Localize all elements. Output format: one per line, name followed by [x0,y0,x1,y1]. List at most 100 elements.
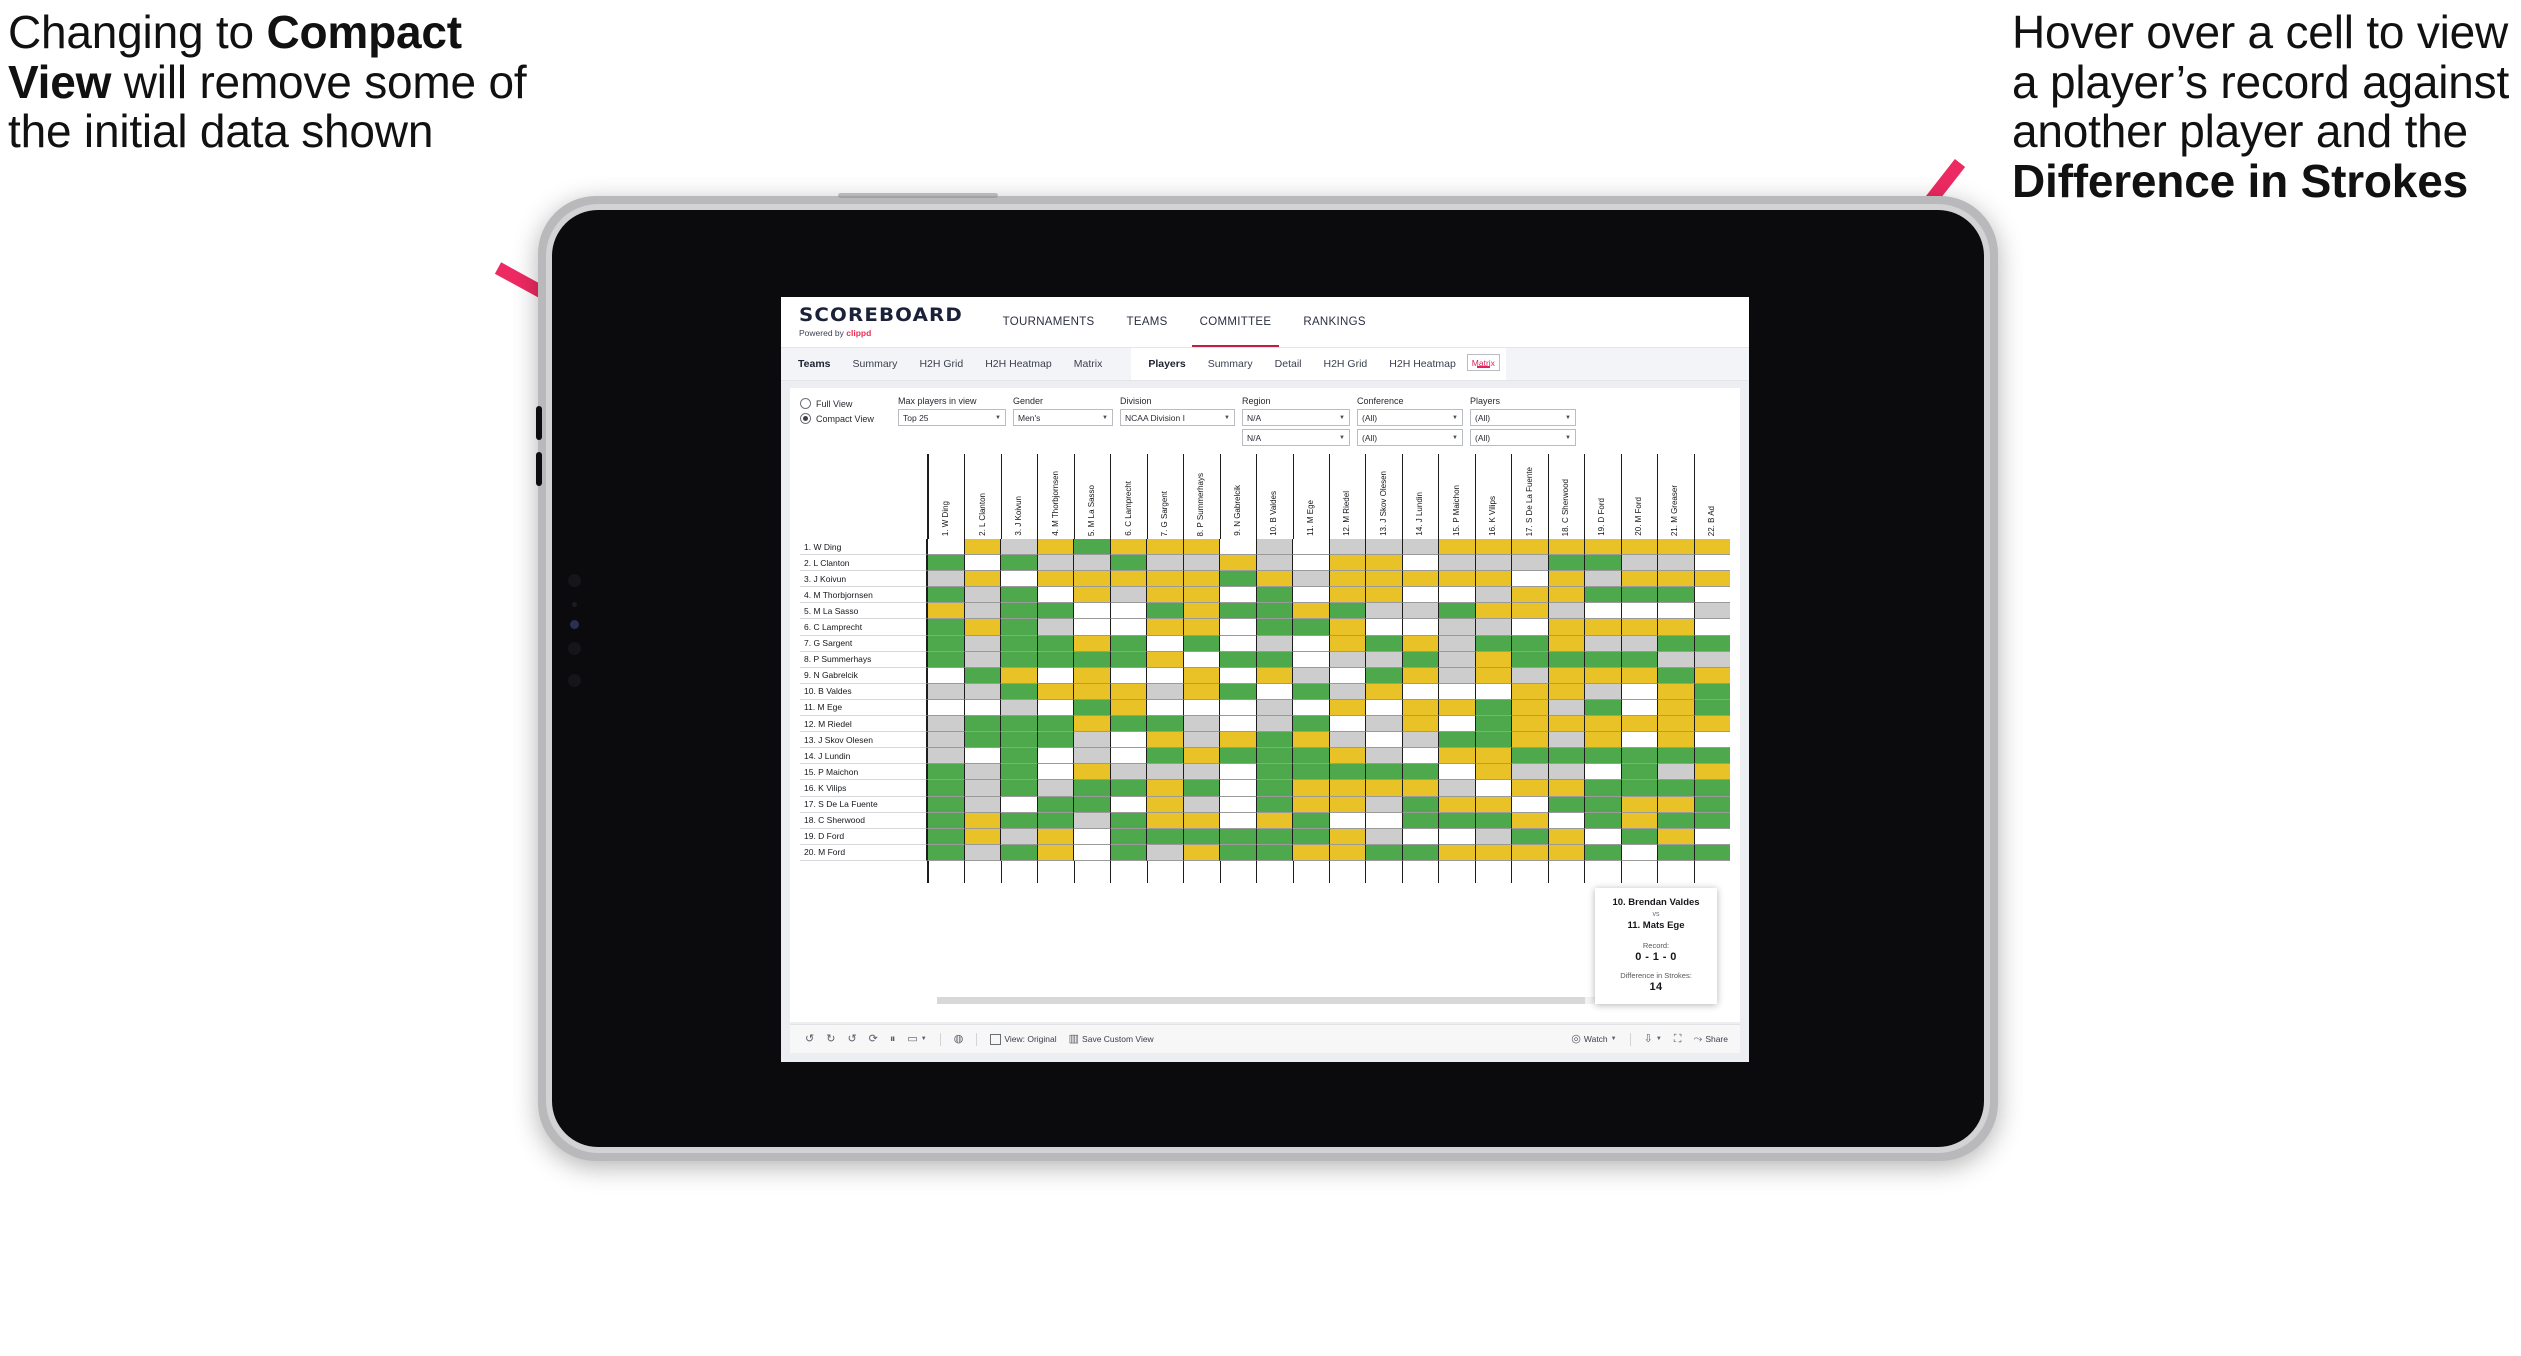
matrix-cell[interactable] [927,764,964,781]
matrix-cell[interactable] [1328,812,1365,829]
matrix-cell[interactable] [1219,603,1256,620]
matrix-cell[interactable] [1401,764,1438,781]
matrix-cell[interactable] [1219,587,1256,604]
matrix-cell[interactable] [927,587,964,604]
matrix-cell[interactable] [1511,571,1548,588]
matrix-cell[interactable] [1438,780,1475,797]
matrix-cell[interactable] [1000,796,1037,813]
matrix-cell[interactable] [1292,748,1329,765]
matrix-cell[interactable] [1693,603,1730,620]
matrix-cell[interactable] [1182,764,1219,781]
subtab-players-h2h-heatmap[interactable]: H2H Heatmap [1378,348,1467,380]
matrix-cell[interactable] [1584,683,1621,700]
matrix-cell[interactable] [1255,748,1292,765]
matrix-cell[interactable] [1693,555,1730,572]
matrix-cell[interactable] [1146,667,1183,684]
matrix-cell[interactable] [1365,812,1402,829]
matrix-cell[interactable] [1073,748,1110,765]
matrix-cell[interactable] [1146,732,1183,749]
matrix-cell[interactable] [1438,683,1475,700]
matrix-cell[interactable] [1401,635,1438,652]
matrix-cell[interactable] [1547,844,1584,861]
matrix-cell[interactable] [1365,539,1402,556]
matrix-cell[interactable] [1292,780,1329,797]
matrix-cell[interactable] [1511,539,1548,556]
matrix-cell[interactable] [1584,619,1621,636]
matrix-cell[interactable] [1438,699,1475,717]
matrix-cell[interactable] [1620,844,1657,861]
matrix-cell[interactable] [1438,764,1475,781]
matrix-cell[interactable] [1000,828,1037,845]
matrix-cell[interactable] [1657,651,1694,668]
matrix-cell[interactable] [1255,651,1292,668]
matrix-cell[interactable] [1109,635,1146,652]
matrix-cell[interactable] [1182,555,1219,572]
matrix-cell[interactable] [1182,539,1219,556]
matrix-cell[interactable] [1438,619,1475,636]
matrix-cell[interactable] [1511,764,1548,781]
matrix-cell[interactable] [1620,603,1657,620]
matrix-cell[interactable] [1511,651,1548,668]
matrix-cell[interactable] [1474,780,1511,797]
matrix-cell[interactable] [1073,812,1110,829]
matrix-cell[interactable] [1438,812,1475,829]
matrix-cell[interactable] [1073,619,1110,636]
matrix-cell[interactable] [1620,748,1657,765]
matrix-cell[interactable] [1438,844,1475,861]
matrix-cell[interactable] [1547,635,1584,652]
matrix-cell[interactable] [1109,812,1146,829]
matrix-cell[interactable] [927,780,964,797]
matrix-cell[interactable] [1219,812,1256,829]
matrix-cell[interactable] [1000,812,1037,829]
matrix-cell[interactable] [1474,748,1511,765]
matrix-cell[interactable] [1547,828,1584,845]
matrix-cell[interactable] [1657,555,1694,572]
matrix-cell[interactable] [1693,539,1730,556]
matrix-cell[interactable] [1036,555,1073,572]
matrix-cell[interactable] [1219,555,1256,572]
matrix-cell[interactable] [1036,571,1073,588]
matrix-cell[interactable] [1182,603,1219,620]
subtab-teams-h2h-heatmap[interactable]: H2H Heatmap [974,348,1063,380]
matrix-cell[interactable] [1109,748,1146,765]
subtab-players-summary[interactable]: Summary [1197,348,1264,380]
matrix-cell[interactable] [1547,812,1584,829]
matrix-cell[interactable] [1292,764,1329,781]
matrix-cell[interactable] [1474,571,1511,588]
matrix-cell[interactable] [1365,732,1402,749]
matrix-cell[interactable] [927,539,964,556]
matrix-cell[interactable] [1036,651,1073,668]
matrix-cell[interactable] [1620,699,1657,717]
matrix-cell[interactable] [1000,587,1037,604]
matrix-cell[interactable] [1328,667,1365,684]
matrix-cell[interactable] [1657,732,1694,749]
matrix-cell[interactable] [1109,699,1146,717]
matrix-cell[interactable] [1657,539,1694,556]
matrix-cell[interactable] [927,571,964,588]
matrix-cell[interactable] [927,732,964,749]
matrix-cell[interactable] [1365,651,1402,668]
matrix-cell[interactable] [1620,539,1657,556]
matrix-cell[interactable] [1146,683,1183,700]
matrix-cell[interactable] [1474,764,1511,781]
matrix-cell[interactable] [1620,571,1657,588]
matrix-cell[interactable] [1365,844,1402,861]
matrix-cell[interactable] [1000,732,1037,749]
matrix-cell[interactable] [927,716,964,733]
matrix-cell[interactable] [1292,844,1329,861]
matrix-cell[interactable] [1036,716,1073,733]
matrix-cell[interactable] [1000,844,1037,861]
matrix-cell[interactable] [1109,828,1146,845]
matrix-cell[interactable] [1109,603,1146,620]
filter-max-players-select[interactable]: Top 25 ▼ [898,409,1006,426]
matrix-cell[interactable] [1401,667,1438,684]
matrix-cell[interactable] [1474,539,1511,556]
subtab-players-matrix[interactable]: Matrix [1466,354,1500,371]
subtab-teams-matrix[interactable]: Matrix [1063,348,1114,380]
matrix-cell[interactable] [927,651,964,668]
matrix-cell[interactable] [1000,555,1037,572]
matrix-cell[interactable] [1036,748,1073,765]
matrix-cell[interactable] [1146,555,1183,572]
matrix-cell[interactable] [1036,619,1073,636]
matrix-cell[interactable] [1657,828,1694,845]
